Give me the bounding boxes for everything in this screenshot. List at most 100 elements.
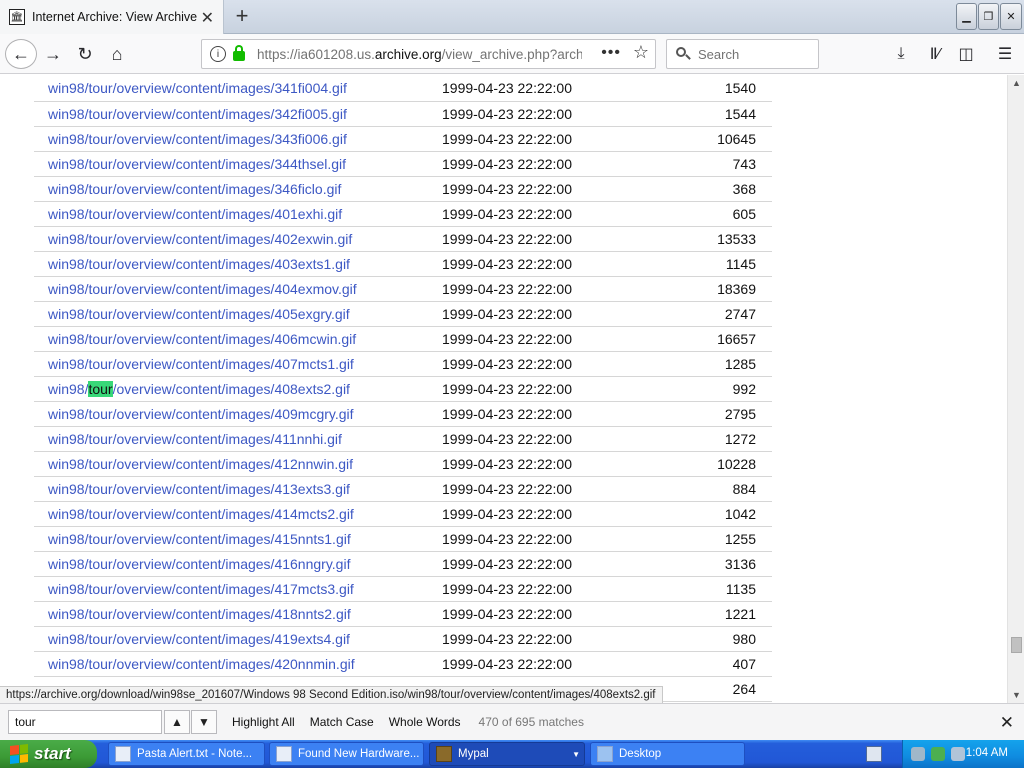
tab-internet-archive[interactable]: 🏛︎ Internet Archive: View Archive ✕ — [0, 0, 224, 34]
restore-button[interactable]: ❐ — [978, 3, 999, 30]
forward-button[interactable]: → — [38, 39, 68, 69]
file-link[interactable]: win98/tour/overview/content/images/412nn… — [48, 456, 353, 472]
download-icon: ⤓ — [897, 45, 905, 62]
file-link[interactable]: win98/tour/overview/content/images/415nn… — [48, 531, 351, 547]
file-link[interactable]: win98/tour/overview/content/images/405ex… — [48, 306, 350, 322]
file-link[interactable]: win98/tour/overview/content/images/408ex… — [48, 380, 350, 397]
volume-icon[interactable] — [951, 747, 965, 761]
vertical-scrollbar[interactable]: ▲ ▼ — [1007, 75, 1024, 703]
whole-words-toggle[interactable]: Whole Words — [389, 715, 461, 729]
file-link[interactable]: win98/tour/overview/content/images/417mc… — [48, 581, 354, 597]
file-name-cell: win98/tour/overview/content/images/408ex… — [34, 376, 434, 402]
find-match-count: 470 of 695 matches — [478, 715, 584, 729]
scroll-down-icon[interactable]: ▼ — [1009, 687, 1024, 703]
table-row: win98/tour/overview/content/images/401ex… — [34, 201, 772, 227]
file-link[interactable]: win98/tour/overview/content/images/402ex… — [48, 231, 352, 247]
file-link[interactable]: win98/tour/overview/content/images/341fi… — [48, 80, 347, 96]
find-highlight: tour — [88, 380, 113, 397]
url-suffix: /view_archive.php?arch — [441, 46, 582, 62]
file-link[interactable]: win98/tour/overview/content/images/343fi… — [48, 131, 347, 147]
file-size-cell: 1145 — [634, 251, 772, 277]
menu-button[interactable]: ☰ — [990, 39, 1020, 69]
site-info-icon[interactable]: i — [210, 46, 226, 62]
file-link[interactable]: win98/tour/overview/content/images/414mc… — [48, 506, 354, 522]
file-link[interactable]: win98/tour/overview/content/images/344th… — [48, 156, 346, 172]
url-text[interactable]: https://ia601208.us.archive.org/view_arc… — [257, 47, 582, 62]
file-size-cell: 1540 — [634, 76, 772, 102]
find-previous-button[interactable]: ▲ — [164, 710, 190, 734]
search-input[interactable]: Search — [666, 39, 819, 69]
file-link[interactable]: win98/tour/overview/content/images/404ex… — [48, 281, 357, 297]
bookmark-star-icon[interactable]: ☆ — [633, 42, 649, 63]
url-bar[interactable]: i https://ia601208.us.archive.org/view_a… — [201, 39, 656, 69]
network-icon[interactable] — [911, 747, 925, 761]
new-tab-button[interactable]: + — [230, 3, 254, 29]
scroll-up-icon[interactable]: ▲ — [1009, 75, 1024, 91]
table-row: win98/tour/overview/content/images/403ex… — [34, 251, 772, 277]
file-link[interactable]: win98/tour/overview/content/images/418nn… — [48, 606, 351, 622]
start-button[interactable]: start — [0, 740, 97, 768]
file-link[interactable]: win98/tour/overview/content/images/403ex… — [48, 256, 350, 272]
file-date-cell: 1999-04-23 22:22:00 — [434, 326, 634, 352]
close-window-button[interactable]: ✕ — [1000, 3, 1022, 30]
scrollbar-thumb[interactable] — [1011, 637, 1022, 653]
desktop-folder-icon — [597, 746, 613, 762]
home-button[interactable]: ⌂ — [102, 39, 132, 69]
file-date-cell: 1999-04-23 22:22:00 — [434, 526, 634, 552]
file-link[interactable]: win98/tour/overview/content/images/346fi… — [48, 181, 341, 197]
file-date-cell: 1999-04-23 22:22:00 — [434, 651, 634, 677]
find-input[interactable] — [8, 710, 162, 734]
table-row: win98/tour/overview/content/images/342fi… — [34, 101, 772, 127]
file-date-cell: 1999-04-23 22:22:00 — [434, 376, 634, 402]
file-date-cell: 1999-04-23 22:22:00 — [434, 626, 634, 652]
file-size-cell: 3136 — [634, 551, 772, 577]
keyboard-tray-icon[interactable] — [866, 746, 882, 762]
file-date-cell: 1999-04-23 22:22:00 — [434, 576, 634, 602]
security-shield-icon[interactable] — [931, 747, 945, 761]
tab-close-icon[interactable]: ✕ — [201, 8, 214, 28]
sidebar-button[interactable]: ◫ — [951, 39, 981, 69]
task-mypal[interactable]: Mypal ▼ — [429, 742, 585, 766]
file-name-cell: win98/tour/overview/content/images/344th… — [34, 151, 434, 177]
highlight-all-toggle[interactable]: Highlight All — [232, 715, 295, 729]
lock-icon — [233, 45, 245, 61]
file-link[interactable]: win98/tour/overview/content/images/411nn… — [48, 431, 342, 447]
find-close-icon[interactable]: ✕ — [1000, 713, 1014, 733]
task-label: Pasta Alert.txt - Note... — [137, 748, 253, 760]
file-size-cell: 884 — [634, 476, 772, 502]
table-row: win98/tour/overview/content/images/417mc… — [34, 576, 772, 602]
file-link[interactable]: win98/tour/overview/content/images/407mc… — [48, 356, 354, 372]
minimize-button[interactable]: ▁ — [956, 3, 977, 30]
back-button[interactable]: ← — [5, 39, 37, 69]
table-row: win98/tour/overview/content/images/409mc… — [34, 401, 772, 427]
windows-taskbar: start Pasta Alert.txt - Note... Found Ne… — [0, 740, 1024, 768]
file-date-cell: 1999-04-23 22:22:00 — [434, 226, 634, 252]
file-link[interactable]: win98/tour/overview/content/images/416nn… — [48, 556, 350, 572]
find-next-button[interactable]: ▼ — [191, 710, 217, 734]
file-name-cell: win98/tour/overview/content/images/418nn… — [34, 601, 434, 627]
file-name-cell: win98/tour/overview/content/images/402ex… — [34, 226, 434, 252]
file-link[interactable]: win98/tour/overview/content/images/342fi… — [48, 106, 347, 122]
file-name-cell: win98/tour/overview/content/images/406mc… — [34, 326, 434, 352]
task-desktop[interactable]: Desktop — [590, 742, 745, 766]
file-link[interactable]: win98/tour/overview/content/images/420nn… — [48, 656, 355, 672]
table-row: win98/tour/overview/content/images/416nn… — [34, 551, 772, 577]
reload-button[interactable]: ↻ — [70, 39, 100, 69]
downloads-button[interactable]: ⤓ — [886, 39, 916, 69]
file-link[interactable]: win98/tour/overview/content/images/419ex… — [48, 631, 350, 647]
notepad-icon — [115, 746, 131, 762]
file-name-cell: win98/tour/overview/content/images/403ex… — [34, 251, 434, 277]
file-date-cell: 1999-04-23 22:22:00 — [434, 301, 634, 327]
file-link[interactable]: win98/tour/overview/content/images/409mc… — [48, 406, 354, 422]
page-actions-icon[interactable]: ••• — [601, 44, 621, 62]
file-name-cell: win98/tour/overview/content/images/407mc… — [34, 351, 434, 377]
file-link[interactable]: win98/tour/overview/content/images/406mc… — [48, 331, 356, 347]
file-link[interactable]: win98/tour/overview/content/images/401ex… — [48, 206, 342, 222]
match-case-toggle[interactable]: Match Case — [310, 715, 374, 729]
task-notepad[interactable]: Pasta Alert.txt - Note... — [108, 742, 265, 766]
home-icon: ⌂ — [111, 43, 123, 64]
file-size-cell: 1285 — [634, 351, 772, 377]
task-found-hardware[interactable]: Found New Hardware... — [269, 742, 424, 766]
file-link[interactable]: win98/tour/overview/content/images/413ex… — [48, 481, 350, 497]
library-button[interactable]: Ⅱ∕ — [920, 39, 950, 69]
